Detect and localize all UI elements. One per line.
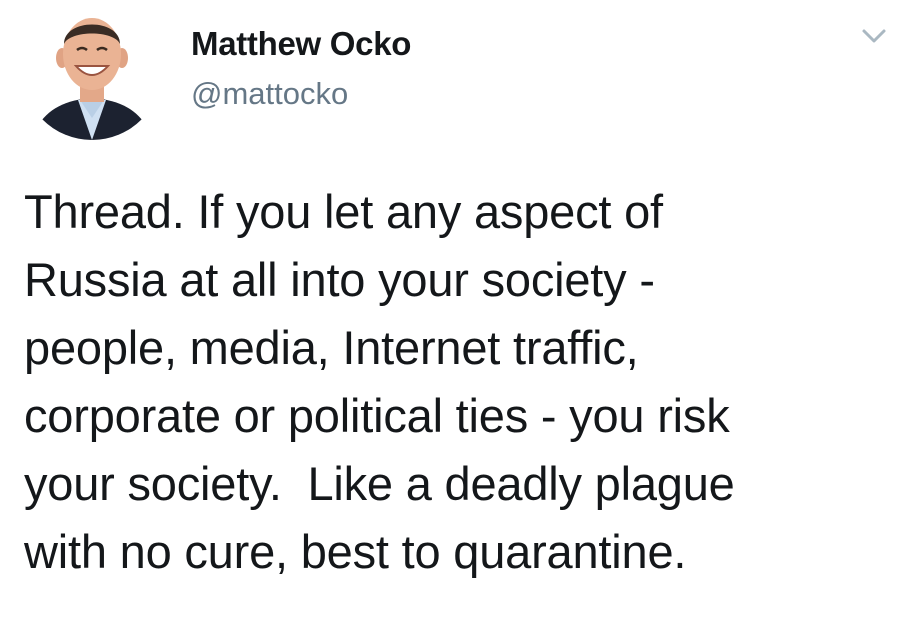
tweet-text-line: with no cure, best to quarantine. (24, 525, 687, 578)
tweet-text: Thread. If you let any aspect of Russia … (24, 178, 904, 586)
author-avatar[interactable] (22, 0, 162, 140)
author-info: Matthew Ocko @mattocko (191, 24, 411, 114)
tweet-menu-button[interactable] (858, 22, 890, 50)
author-display-name[interactable]: Matthew Ocko (191, 24, 411, 64)
chevron-down-icon (862, 29, 886, 43)
avatar-image (22, 0, 162, 140)
tweet-text-line: your society. Like a deadly plague (24, 457, 735, 510)
author-handle[interactable]: @mattocko (191, 74, 411, 114)
tweet-text-line: Russia at all into your society - (24, 253, 655, 306)
tweet-text-line: corporate or political ties - you risk (24, 389, 730, 442)
tweet-text-line: people, media, Internet traffic, (24, 321, 639, 374)
tweet-text-line: Thread. If you let any aspect of (24, 185, 663, 238)
tweet-card: Matthew Ocko @mattocko Thread. If you le… (0, 0, 912, 618)
